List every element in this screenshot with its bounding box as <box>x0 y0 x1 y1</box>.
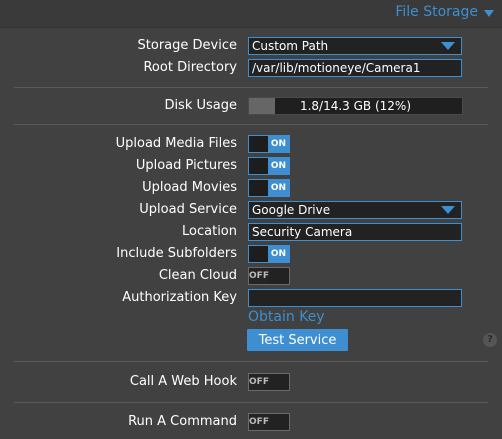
toggle-state: ON <box>268 246 289 262</box>
obtain-key-link[interactable]: Obtain Key <box>248 309 325 325</box>
location-input[interactable] <box>248 223 462 241</box>
upload-service-value: Google Drive <box>252 203 331 217</box>
section-title[interactable]: File Storage <box>395 4 494 20</box>
web-hook-toggle[interactable]: OFF <box>248 373 290 391</box>
clean-cloud-toggle[interactable]: OFF <box>248 267 290 285</box>
upload-service-label: Upload Service <box>139 202 237 217</box>
include-subfolders-label: Include Subfolders <box>116 246 237 261</box>
disk-usage-label: Disk Usage <box>164 98 237 113</box>
upload-movies-toggle[interactable]: ON <box>248 179 290 197</box>
dropdown-arrow-icon <box>441 42 455 50</box>
run-command-label: Run A Command <box>128 414 237 429</box>
section-title-label: File Storage <box>395 4 478 20</box>
root-directory-input[interactable] <box>248 59 462 77</box>
toggle-track <box>249 136 268 152</box>
section-header[interactable]: File Storage <box>0 0 502 28</box>
disk-usage-text: 1.8/14.3 GB (12%) <box>299 99 412 113</box>
toggle-state: ON <box>268 136 289 152</box>
storage-device-select[interactable]: Custom Path <box>248 37 462 55</box>
storage-device-value: Custom Path <box>252 39 329 53</box>
toggle-state: ON <box>268 180 289 196</box>
root-directory-label: Root Directory <box>143 60 237 75</box>
toggle-track <box>249 246 268 262</box>
toggle-state: ON <box>268 158 289 174</box>
upload-media-toggle[interactable]: ON <box>248 135 290 153</box>
clean-cloud-label: Clean Cloud <box>158 268 237 283</box>
dropdown-arrow-icon <box>441 206 455 214</box>
upload-movies-label: Upload Movies <box>142 180 237 195</box>
toggle-track <box>249 180 268 196</box>
authorization-key-label: Authorization Key <box>122 290 237 305</box>
toggle-state: OFF <box>249 374 269 390</box>
disk-usage-bar: 1.8/14.3 GB (12%) <box>248 97 463 115</box>
toggle-state: OFF <box>249 414 269 430</box>
help-icon[interactable]: ? <box>483 333 497 347</box>
divider <box>14 361 488 362</box>
divider <box>14 87 488 88</box>
storage-device-label: Storage Device <box>137 38 237 53</box>
toggle-track <box>249 158 268 174</box>
upload-service-select[interactable]: Google Drive <box>248 201 462 219</box>
upload-media-label: Upload Media Files <box>115 136 237 151</box>
test-service-button[interactable]: Test Service <box>247 329 348 351</box>
location-label: Location <box>182 224 237 239</box>
authorization-key-input[interactable] <box>248 289 462 307</box>
divider <box>14 402 488 403</box>
run-command-toggle[interactable]: OFF <box>248 413 290 431</box>
chevron-down-icon <box>484 9 494 17</box>
upload-pictures-label: Upload Pictures <box>135 158 237 173</box>
toggle-state: OFF <box>249 268 269 284</box>
upload-pictures-toggle[interactable]: ON <box>248 157 290 175</box>
include-subfolders-toggle[interactable]: ON <box>248 245 290 263</box>
divider <box>14 124 488 125</box>
web-hook-label: Call A Web Hook <box>129 374 237 389</box>
